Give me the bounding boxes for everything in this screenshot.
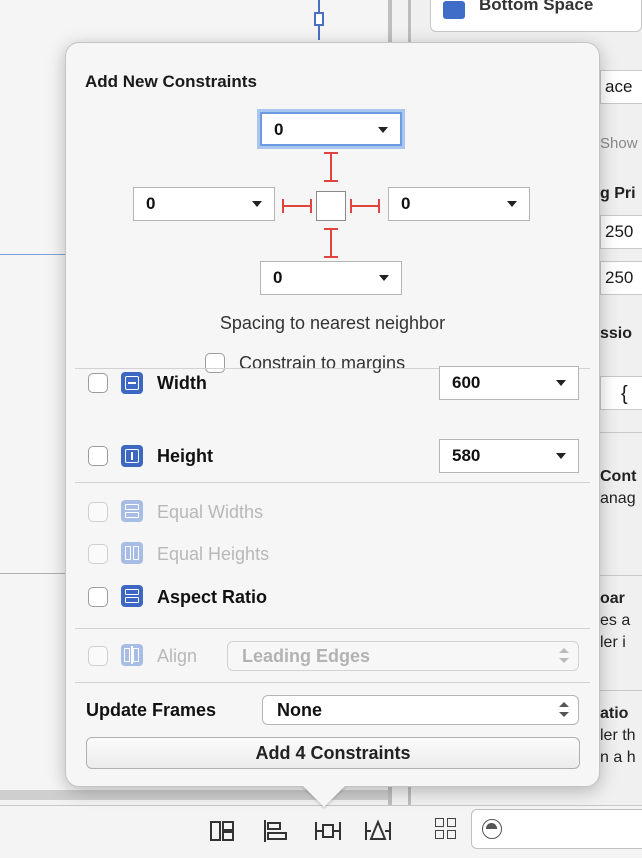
top-constraint-toggle[interactable] <box>324 152 338 182</box>
align-label: Align <box>157 646 198 666</box>
chevron-down-icon <box>556 453 566 459</box>
up-down-arrows-icon <box>558 702 570 718</box>
inspector-heading: g Pri <box>600 185 636 202</box>
bottom-spacing-select[interactable]: 0 <box>260 261 402 295</box>
view-placeholder-box <box>316 191 346 221</box>
filter-icon <box>482 819 502 839</box>
spacing-label: Spacing to nearest neighbor <box>219 313 446 333</box>
chevron-down-icon <box>252 201 262 207</box>
stack-icon[interactable] <box>207 816 237 846</box>
align-popup[interactable]: Leading Edges <box>227 641 579 671</box>
equal-widths-icon <box>121 500 143 522</box>
inspector-field[interactable]: ace <box>600 70 642 104</box>
left-constraint-toggle[interactable] <box>282 199 312 213</box>
inspector-separator <box>600 690 642 691</box>
section-divider <box>75 682 590 683</box>
right-constraint-toggle[interactable] <box>350 199 380 213</box>
equal-widths-checkbox[interactable] <box>88 502 108 522</box>
inspector-text: anag <box>600 490 636 507</box>
equal-heights-checkbox[interactable] <box>88 544 108 564</box>
inspector-top-card-title: Bottom Space <box>479 0 594 14</box>
aspect-ratio-label: Aspect Ratio <box>157 587 268 607</box>
inspector-separator <box>600 575 642 576</box>
inspector-separator <box>600 432 642 433</box>
bottom-constraint-toggle[interactable] <box>324 228 338 258</box>
section-divider <box>75 628 590 629</box>
width-label: Width <box>157 373 207 393</box>
align-icon <box>121 644 143 666</box>
inspector-text: ler i <box>600 634 626 651</box>
filter-field[interactable] <box>471 809 642 849</box>
chevron-down-icon <box>378 127 388 133</box>
update-frames-label: Update Frames <box>86 700 217 720</box>
left-spacing-select[interactable]: 0 <box>133 187 275 221</box>
chevron-down-icon <box>379 275 389 281</box>
height-label: Height <box>157 446 213 466</box>
add-constraints-button[interactable]: Add 4 Constraints <box>86 737 580 769</box>
align-icon[interactable] <box>260 816 290 846</box>
height-icon <box>121 445 143 467</box>
popover-title: Add New Constraints <box>85 72 257 91</box>
right-spacing-select[interactable]: 0 <box>388 187 530 221</box>
equal-widths-label: Equal Widths <box>157 502 264 522</box>
constrain-to-margins-checkbox[interactable] <box>205 353 225 373</box>
popover-arrow <box>302 785 346 807</box>
constrain-to-margins-label: Constrain to margins <box>239 353 406 373</box>
equal-heights-label: Equal Heights <box>157 544 270 564</box>
resolve-icon[interactable] <box>363 816 393 846</box>
inspector-text: ler th <box>600 727 636 744</box>
up-down-arrows-icon <box>558 648 570 664</box>
width-value-select[interactable]: 600 <box>439 366 579 400</box>
inspector-field[interactable]: { <box>600 376 642 410</box>
section-divider <box>75 482 590 483</box>
constraint-pin-icon <box>312 0 326 40</box>
inspector-heading: ssio <box>600 325 633 342</box>
aspect-ratio-icon <box>121 585 143 607</box>
inspector-heading: atio <box>600 705 629 722</box>
inspector-top-card[interactable]: Bottom Space <box>430 0 642 32</box>
top-spacing-select[interactable]: 0 <box>260 112 402 146</box>
inspector-heading: Cont <box>600 468 637 485</box>
aspect-ratio-checkbox[interactable] <box>88 587 108 607</box>
inspector-text: Show <box>600 135 638 152</box>
canvas-guide-line <box>0 254 70 255</box>
width-icon <box>121 372 143 394</box>
chevron-down-icon <box>507 201 517 207</box>
align-checkbox[interactable] <box>88 646 108 666</box>
inspector-text: es a <box>600 612 631 629</box>
inspector-priority-field[interactable]: 250 <box>600 215 642 249</box>
height-checkbox[interactable] <box>88 446 108 466</box>
height-value-select[interactable]: 580 <box>439 439 579 473</box>
pin-icon[interactable] <box>313 816 343 846</box>
inspector-heading: oar <box>600 590 625 607</box>
update-frames-popup[interactable]: None <box>262 695 579 725</box>
width-checkbox[interactable] <box>88 373 108 393</box>
chevron-down-icon <box>556 380 566 386</box>
inspector-text: n a h <box>600 749 636 766</box>
inspector-priority-field[interactable]: 250 <box>600 261 642 295</box>
grid-icon[interactable] <box>432 815 460 843</box>
equal-heights-icon <box>121 542 143 564</box>
constraint-icon <box>443 1 465 19</box>
